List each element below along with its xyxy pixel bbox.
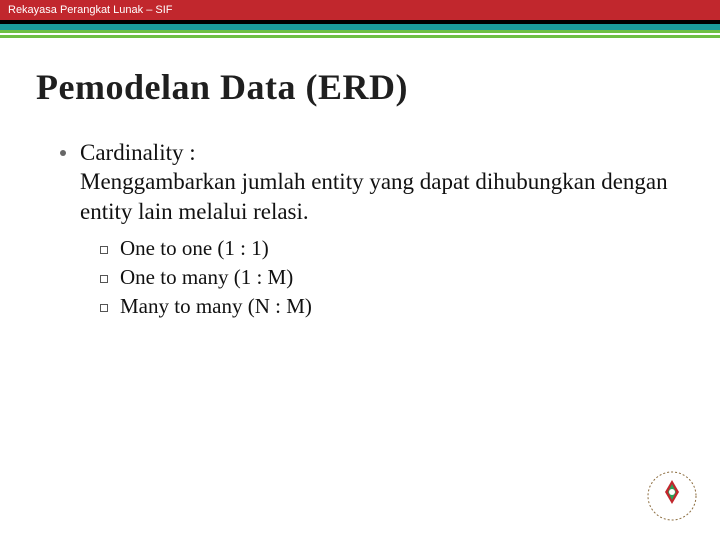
square-bullet-icon [100,304,108,312]
sub-item-text: One to one (1 : 1) [120,236,269,261]
list-item: One to one (1 : 1) [100,236,670,261]
bullet-dot-icon [60,150,66,156]
bullet-body: Menggambarkan jumlah entity yang dapat d… [80,169,668,223]
sub-item-text: One to many (1 : M) [120,265,293,290]
sub-list: One to one (1 : 1) One to many (1 : M) M… [100,236,670,319]
square-bullet-icon [100,246,108,254]
header-course-text: Rekayasa Perangkat Lunak – SIF [8,4,172,16]
bullet-text: Cardinality : Menggambarkan jumlah entit… [80,138,670,226]
list-item: Many to many (N : M) [100,294,670,319]
bullet-heading: Cardinality : [80,140,196,165]
list-item: One to many (1 : M) [100,265,670,290]
square-bullet-icon [100,275,108,283]
sub-item-text: Many to many (N : M) [120,294,312,319]
slide-title: Pemodelan Data (ERD) [36,66,720,108]
accent-strip [0,20,720,38]
university-logo [646,470,698,522]
content-area: Cardinality : Menggambarkan jumlah entit… [60,138,670,319]
header-bar: Rekayasa Perangkat Lunak – SIF [0,0,720,20]
main-bullet: Cardinality : Menggambarkan jumlah entit… [60,138,670,226]
